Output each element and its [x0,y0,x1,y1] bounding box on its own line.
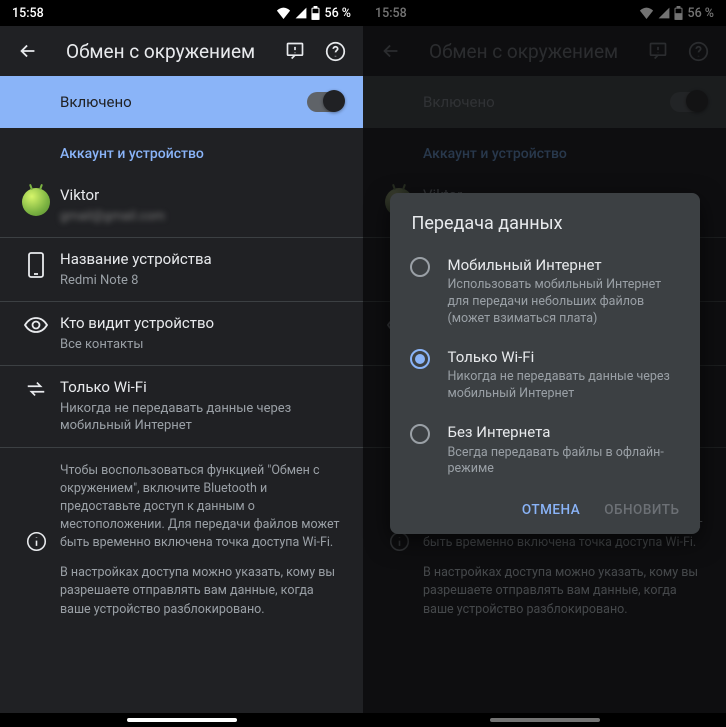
arrow-back-icon [17,40,39,62]
status-battery: 56 % [324,6,351,21]
android-avatar-icon [12,188,60,216]
device-name-title: Название устройства [60,250,343,270]
visibility-title: Кто видит устройство [60,314,343,334]
radio-sub: Никогда не передавать данные через мобил… [448,369,678,403]
toggle-label: Включено [60,93,132,111]
dialog-title: Передача данных [390,213,700,246]
settings-screen-right: 15:58 56 % Обмен с окружением Включено А… [363,0,726,727]
gesture-navbar[interactable] [0,713,363,727]
update-button[interactable]: ОБНОВИТЬ [604,502,679,518]
master-switch[interactable] [307,92,343,112]
radio-icon [410,349,430,369]
data-usage-sub: Никогда не передавать данные через мобил… [60,400,343,435]
data-transfer-icon [12,380,60,398]
battery-icon [311,6,320,20]
status-right: 56 % [276,6,351,21]
page-title: Обмен с окружением [66,40,275,63]
radio-title: Только Wi-Fi [448,348,678,368]
help-icon [325,41,346,62]
statusbar: 15:58 56 % [0,0,363,26]
info-text-1: Чтобы воспользоваться функцией "Обмен с … [60,462,343,553]
signal-icon [295,7,307,19]
section-header: Аккаунт и устройство [0,128,363,174]
info-text-2: В настройках доступа можно указать, кому… [60,564,343,618]
content: Аккаунт и устройство Viktor gmail@gmail.… [0,128,363,713]
radio-icon [410,257,430,277]
feedback-button[interactable] [275,31,315,71]
visibility-value: Все контакты [60,336,343,354]
radio-sub: Использовать мобильный Интернет для пере… [448,277,678,328]
dialog-scrim[interactable]: Передача данных Мобильный Интернет Испол… [363,0,726,727]
back-button[interactable] [8,31,48,71]
visibility-item[interactable]: Кто видит устройство Все контакты [0,302,363,366]
status-time: 15:58 [12,6,44,21]
radio-title: Мобильный Интернет [448,256,678,276]
phone-icon [12,252,60,278]
account-name: Viktor [60,186,343,206]
radio-icon [410,424,430,444]
radio-option-offline[interactable]: Без Интернета Всегда передавать файлы в … [390,413,700,488]
device-name-item[interactable]: Название устройства Redmi Note 8 [0,238,363,302]
data-usage-item[interactable]: Только Wi-Fi Никогда не передавать данны… [0,366,363,448]
eye-icon [12,316,60,334]
appbar: Обмен с окружением [0,26,363,76]
account-email: gmail@gmail.com [60,208,343,226]
data-usage-title: Только Wi-Fi [60,378,343,398]
radio-option-wifi[interactable]: Только Wi-Fi Никогда не передавать данны… [390,338,700,413]
master-toggle-row[interactable]: Включено [0,76,363,128]
radio-sub: Всегда передавать файлы в офлайн-режиме [448,445,678,479]
settings-screen-left: 15:58 56 % Обмен с окружением Включено А… [0,0,363,727]
info-icon [12,464,60,619]
feedback-icon [285,41,305,61]
radio-option-mobile[interactable]: Мобильный Интернет Использовать мобильны… [390,246,700,338]
account-item[interactable]: Viktor gmail@gmail.com [0,174,363,238]
device-name-value: Redmi Note 8 [60,272,343,290]
data-usage-dialog: Передача данных Мобильный Интернет Испол… [390,193,700,535]
wifi-icon [276,7,291,19]
dialog-actions: ОТМЕНА ОБНОВИТЬ [390,488,700,526]
radio-title: Без Интернета [448,423,678,443]
info-block: Чтобы воспользоваться функцией "Обмен с … [0,448,363,631]
help-button[interactable] [315,31,355,71]
cancel-button[interactable]: ОТМЕНА [522,502,580,518]
